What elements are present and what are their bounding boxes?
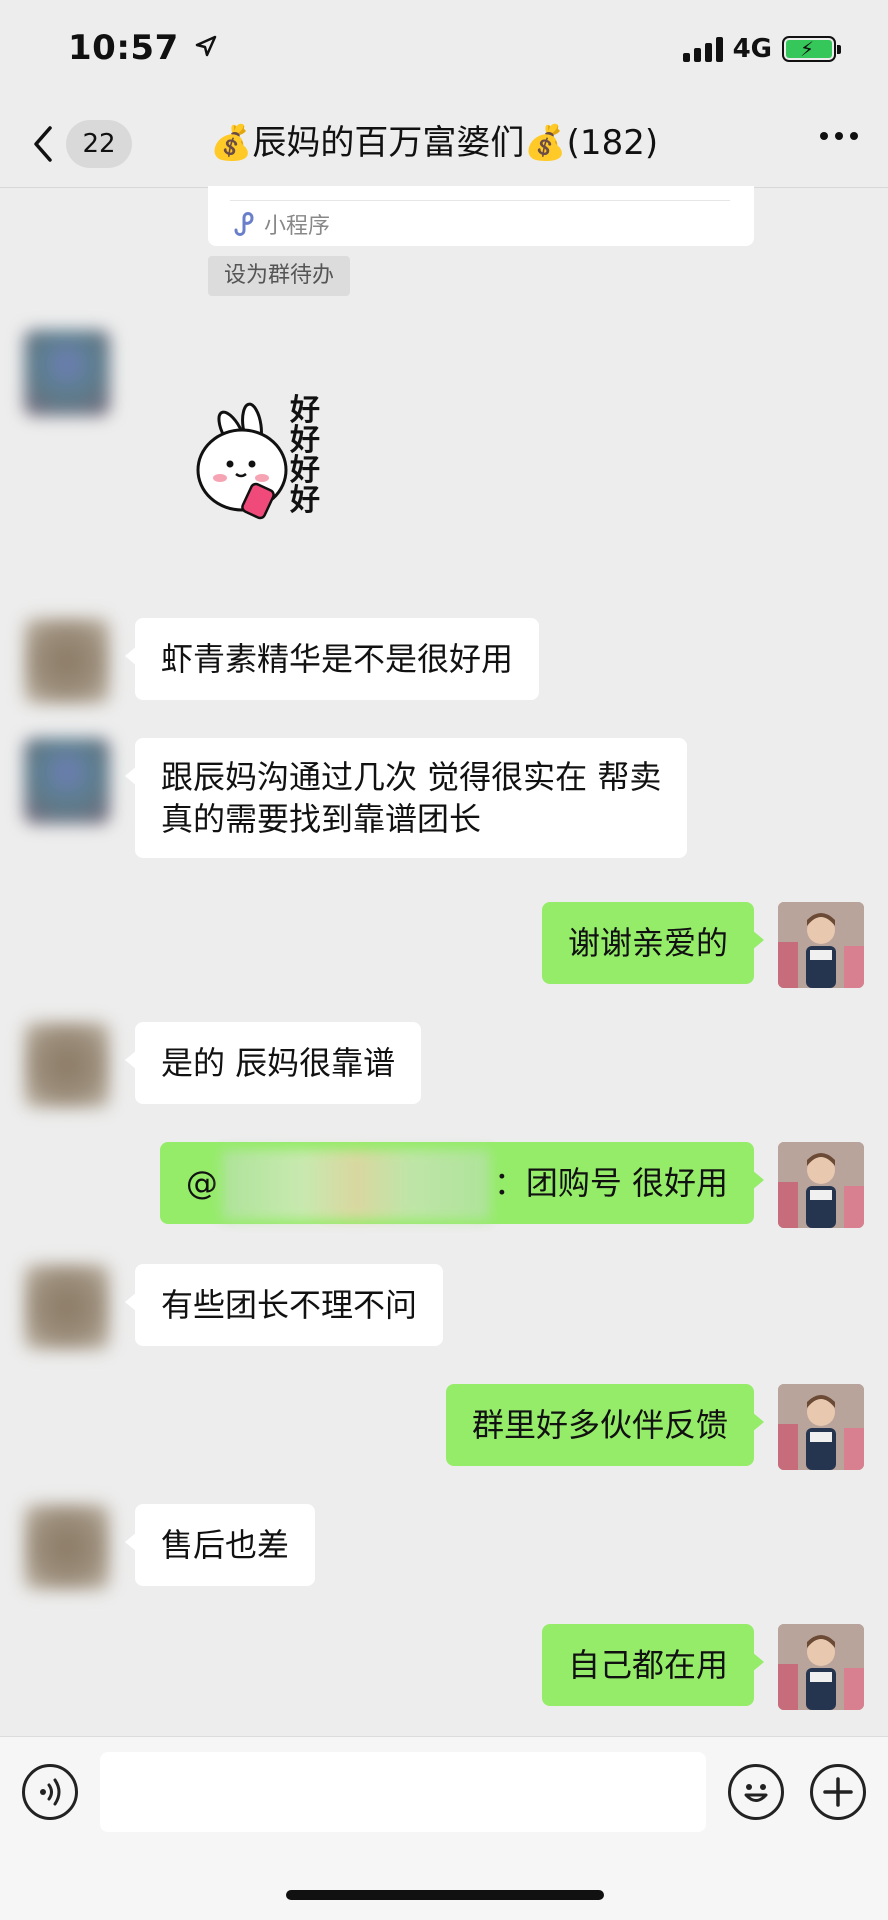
message-input[interactable] xyxy=(100,1752,706,1832)
sticker-text: 好好好好 xyxy=(290,393,320,518)
message-text-line: 真的需要找到靠谱团长 xyxy=(161,800,482,838)
avatar[interactable] xyxy=(24,1022,110,1108)
chat-title[interactable]: 💰辰妈的百万富婆们💰(182) xyxy=(210,118,658,168)
back-chevron-icon[interactable] xyxy=(30,124,54,164)
card-divider xyxy=(230,200,730,201)
message-text: 群里好多伙伴反馈 xyxy=(471,1406,728,1444)
message-bubble[interactable]: 自己都在用 xyxy=(541,1624,765,1706)
message-text: ：团购号 很好用 xyxy=(493,1164,728,1202)
message-text-line: 跟辰妈沟通过几次 觉得很实在 帮卖 xyxy=(161,758,662,796)
child-photo-icon xyxy=(778,902,864,988)
voice-icon[interactable] xyxy=(22,1764,78,1820)
network-type: 4G xyxy=(732,34,772,64)
emoji-icon[interactable] xyxy=(728,1764,784,1820)
message-text: 售后也差 xyxy=(161,1526,290,1564)
message-bubble[interactable]: 跟辰妈沟通过几次 觉得很实在 帮卖 真的需要找到靠谱团长 xyxy=(124,738,688,858)
my-avatar[interactable] xyxy=(778,902,864,988)
unread-badge[interactable]: 22 xyxy=(66,120,132,168)
plus-icon[interactable] xyxy=(810,1764,866,1820)
more-icon[interactable] xyxy=(820,132,858,140)
home-indicator xyxy=(286,1890,604,1900)
message-text: 是的 辰妈很靠谱 xyxy=(161,1044,396,1082)
set-todo-button[interactable]: 设为群待办 xyxy=(208,256,351,296)
message-bubble[interactable]: 售后也差 xyxy=(124,1504,316,1586)
battery-icon: ⚡ xyxy=(782,36,841,62)
message-bubble[interactable]: 群里好多伙伴反馈 xyxy=(445,1384,765,1466)
avatar[interactable] xyxy=(24,1264,110,1350)
message-bubble[interactable]: 有些团长不理不问 xyxy=(124,1264,444,1346)
child-photo-icon xyxy=(778,1624,864,1710)
avatar[interactable] xyxy=(24,1504,110,1590)
avatar[interactable] xyxy=(24,618,110,704)
my-avatar[interactable] xyxy=(778,1624,864,1710)
mini-program-label: 小程序 xyxy=(264,214,331,239)
my-avatar[interactable] xyxy=(778,1142,864,1228)
message-bubble[interactable]: 虾青素精华是不是很好用 xyxy=(124,618,540,700)
message-text: 有些团长不理不问 xyxy=(161,1286,418,1324)
mini-program-icon xyxy=(234,212,254,236)
message-bubble[interactable]: 是的 辰妈很靠谱 xyxy=(124,1022,422,1104)
message-text: 虾青素精华是不是很好用 xyxy=(161,640,514,678)
avatar[interactable] xyxy=(24,330,110,416)
mention-name-redacted xyxy=(221,1150,490,1220)
child-photo-icon xyxy=(778,1142,864,1228)
status-time: 10:57 xyxy=(68,28,217,68)
message-bubble[interactable]: @ ：团购号 很好用 xyxy=(159,1142,765,1224)
status-indicators: 4G ⚡ xyxy=(682,34,841,64)
signal-icon xyxy=(682,36,723,62)
child-photo-icon xyxy=(778,1384,864,1470)
avatar[interactable] xyxy=(24,738,110,824)
location-arrow-icon xyxy=(195,35,217,57)
mention-prefix: @ xyxy=(185,1164,218,1202)
my-avatar[interactable] xyxy=(778,1384,864,1470)
message-text: 谢谢亲爱的 xyxy=(567,924,728,962)
message-text: 自己都在用 xyxy=(567,1646,728,1684)
message-bubble[interactable]: 谢谢亲爱的 xyxy=(541,902,765,984)
